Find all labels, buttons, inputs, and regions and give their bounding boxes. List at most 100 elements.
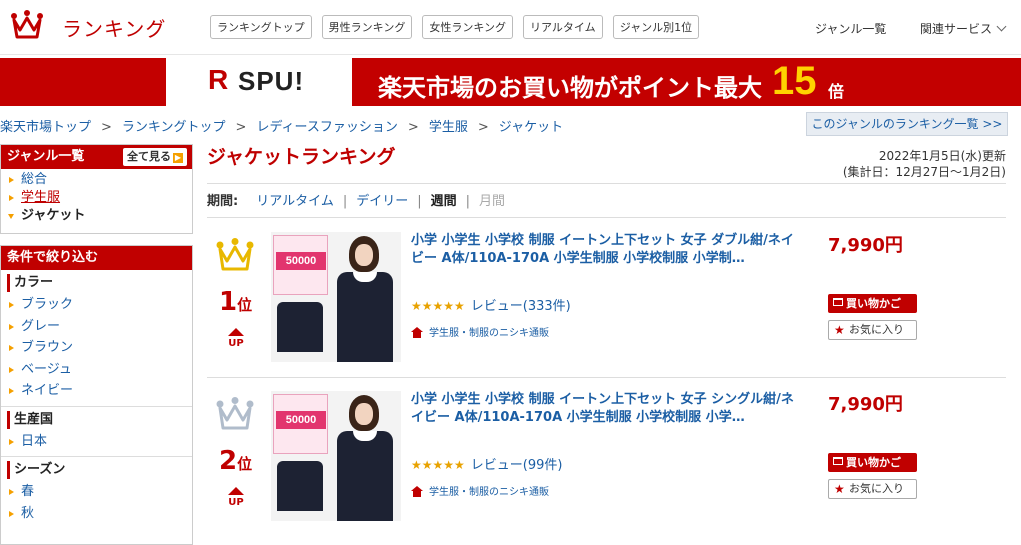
breadcrumb-separator: > [101, 120, 112, 135]
breadcrumb: 楽天市場トップ > ランキングトップ > レディースファッション > 学生服 > ジャケット [0, 116, 563, 135]
genre-panel-header: ジャンル一覧 全て見る ▶ [1, 145, 192, 169]
spu-text: SPU! [238, 66, 305, 96]
cart-label: 買い物かご [846, 456, 901, 469]
breadcrumb-item[interactable]: レディースファッション [256, 120, 397, 135]
color-option[interactable]: ネイビー [7, 380, 192, 402]
period-realtime[interactable]: リアルタイム [256, 194, 334, 209]
origin-filter-title: 生産国 [7, 410, 186, 429]
period-monthly: 月間 [479, 194, 506, 209]
tab-realtime[interactable]: リアルタイム [523, 15, 603, 39]
breadcrumb-item[interactable]: ジャケット [499, 120, 563, 135]
add-to-favorites-button[interactable]: ★ お気に入り [828, 479, 917, 499]
add-to-cart-button[interactable]: 買い物かご [828, 294, 917, 313]
breadcrumb-item[interactable]: 楽天市場トップ [0, 120, 91, 135]
star-rating-icon: ★★★★★ [411, 458, 465, 472]
add-to-favorites-button[interactable]: ★ お気に入り [828, 320, 917, 340]
color-option[interactable]: ベージュ [7, 359, 192, 381]
tab-ranking-top[interactable]: ランキングトップ [210, 15, 312, 39]
jacket-image [277, 461, 323, 511]
genre-ranking-list-link[interactable]: このジャンルのランキング一覧 >> [806, 112, 1008, 136]
product-title-link[interactable]: 小学 小学生 小学校 制服 イートン上下セット 女子 ダブル紺/ネイビー A体/… [411, 232, 799, 268]
product-image[interactable]: 50000 [271, 391, 401, 521]
spu-logo: R SPU! [166, 58, 352, 106]
color-filter-list: ブラック グレー ブラウン ベージュ ネイビー [1, 294, 192, 402]
rank-value: 2 [219, 446, 238, 476]
rank-number: 2位 [219, 446, 252, 476]
tab-genre-first[interactable]: ジャンル別1位 [612, 15, 700, 39]
up-arrow-icon [228, 328, 244, 336]
spu-banner[interactable]: R SPU! 楽天市場のお買い物がポイント最大 15 倍 [0, 58, 1021, 106]
promo-badge-text: 50000 [276, 252, 326, 270]
tab-female-ranking[interactable]: 女性ランキング [422, 15, 514, 39]
color-option[interactable]: ブラック [7, 294, 192, 316]
product-image[interactable]: 50000 [271, 232, 401, 362]
favorite-label: お気に入り [849, 482, 904, 495]
ranking-brand[interactable]: ランキング [62, 13, 166, 42]
promo-badge-text: 50000 [276, 411, 326, 429]
spu-r-mark: R [208, 64, 229, 95]
shop-name: 学生服・制服のニシキ通販 [429, 328, 549, 339]
model-face [355, 244, 373, 266]
filter-panel-header: 条件で絞り込む [1, 246, 192, 270]
season-option[interactable]: 春 [7, 481, 192, 503]
trend-indicator: UP [225, 487, 247, 508]
season-option[interactable]: 秋 [7, 503, 192, 525]
updated-date: 2022年1月5日(水)更新 [878, 149, 1006, 163]
silver-crown-icon [216, 397, 254, 430]
banner-number: 15 [772, 59, 817, 103]
genre-panel: ジャンル一覧 全て見る ▶ 総合 学生服 ジャケット [0, 144, 193, 234]
rating: ★★★★★ レビュー(99件) [411, 454, 562, 473]
trend-indicator: UP [225, 328, 247, 349]
breadcrumb-separator: > [477, 120, 489, 135]
page-title: ジャケットランキング [207, 146, 396, 168]
banner-text: 楽天市場のお買い物がポイント最大 [378, 74, 762, 102]
genre-list-link[interactable]: ジャンル一覧 [815, 20, 886, 37]
genre-item-school-uniform[interactable]: 学生服 [7, 189, 192, 207]
color-option[interactable]: ブラウン [7, 337, 192, 359]
related-services-menu[interactable]: 関連サービス [920, 20, 1007, 37]
breadcrumb-separator: > [235, 120, 247, 135]
cart-label: 買い物かご [846, 297, 901, 310]
divider [207, 183, 1006, 184]
arrow-right-icon: ▶ [173, 153, 183, 163]
shop-house-icon [411, 486, 423, 497]
product-title-link[interactable]: 小学 小学生 小学校 制服 イートン上下セット 女子 シングル紺/ネイビー A体… [411, 391, 799, 427]
tab-male-ranking[interactable]: 男性ランキング [321, 15, 413, 39]
rank-number: 1位 [219, 287, 252, 317]
site-header: ランキング ランキングトップ 男性ランキング 女性ランキング リアルタイム ジャ… [0, 0, 1021, 55]
breadcrumb-separator: > [407, 120, 419, 135]
origin-option[interactable]: 日本 [7, 431, 192, 453]
period-weekly[interactable]: 週間 [431, 194, 457, 209]
top-nav: ランキングトップ 男性ランキング 女性ランキング リアルタイム ジャンル別1位 [210, 15, 700, 39]
color-option[interactable]: グレー [7, 316, 192, 338]
gold-crown-icon [216, 238, 254, 271]
favorite-label: お気に入り [849, 323, 904, 336]
period-daily[interactable]: デイリー [356, 194, 408, 209]
color-filter-title: カラー [7, 274, 186, 292]
shop-link[interactable]: 学生服・制服のニシキ通販 [411, 483, 549, 498]
period-label: 期間: [207, 194, 239, 209]
review-link[interactable]: レビュー(99件) [471, 458, 563, 473]
trend-label: UP [228, 338, 244, 349]
genre-item-jacket[interactable]: ジャケット [7, 207, 192, 225]
jacket-image [277, 302, 323, 352]
add-to-cart-button[interactable]: 買い物かご [828, 453, 917, 472]
breadcrumb-item[interactable]: 学生服 [429, 120, 468, 135]
breadcrumb-item[interactable]: ランキングトップ [122, 120, 226, 135]
origin-filter-list: 日本 [1, 431, 192, 453]
shop-link[interactable]: 学生服・制服のニシキ通販 [411, 324, 549, 339]
star-icon: ★ [834, 482, 845, 496]
period-selector: 期間: リアルタイム | デイリー | 週間 | 月間 [207, 190, 505, 209]
related-services-label: 関連サービス [920, 22, 993, 36]
chevron-down-icon [996, 21, 1007, 32]
ranking-item: 1位 UP 50000 小学 小学生 小学校 制服 イートン上下セット 女子 ダ… [207, 232, 1007, 382]
banner-suffix: 倍 [828, 82, 845, 101]
star-rating-icon: ★★★★★ [411, 299, 465, 313]
view-all-button[interactable]: 全て見る ▶ [123, 148, 187, 166]
shop-name: 学生服・制服のニシキ通販 [429, 487, 549, 498]
view-all-label: 全て見る [127, 150, 171, 163]
genre-item-overall[interactable]: 総合 [7, 171, 192, 189]
review-link[interactable]: レビュー(333件) [471, 299, 571, 314]
crown-logo-icon[interactable] [10, 10, 44, 40]
rank-suffix: 位 [237, 455, 253, 473]
